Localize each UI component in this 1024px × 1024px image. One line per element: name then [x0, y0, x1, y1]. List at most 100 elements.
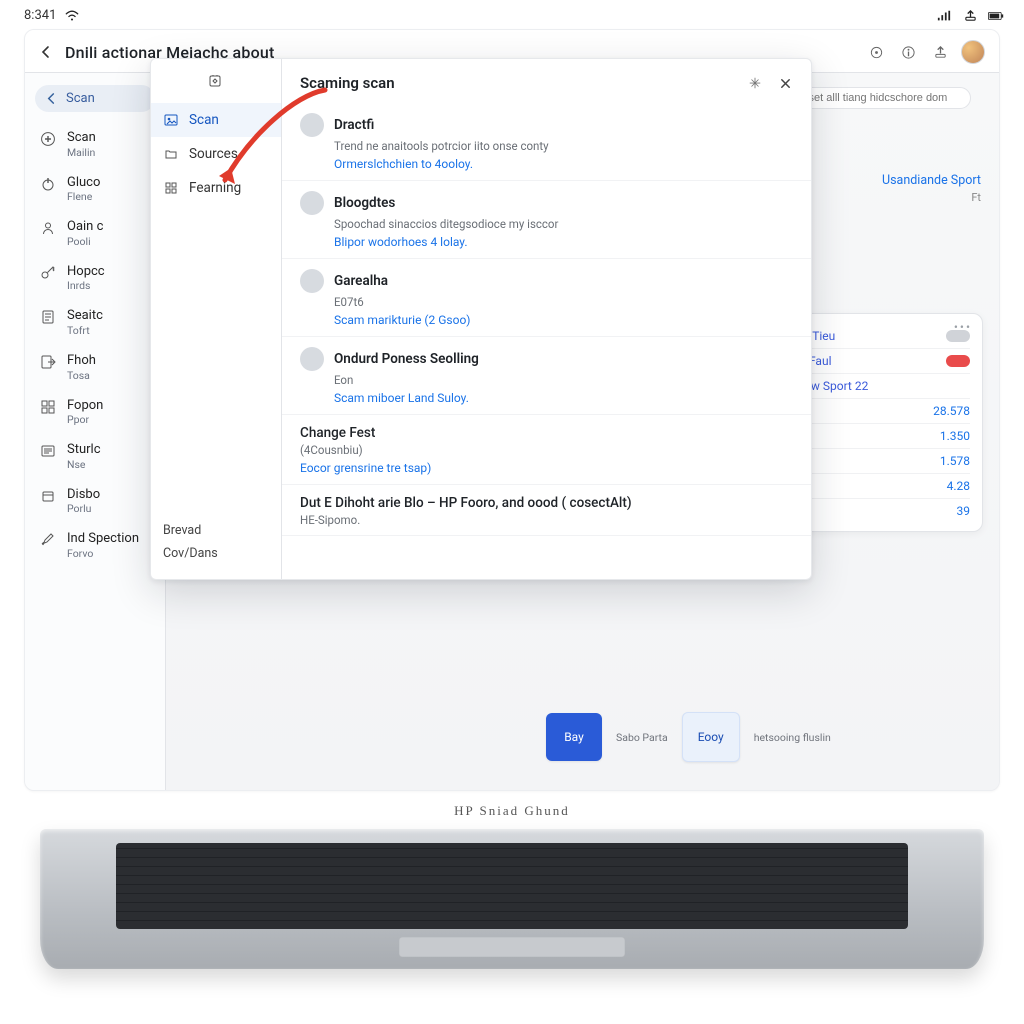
result-name: Dut E Dihoht arie Blo – HP Fooro, and oo…: [300, 495, 632, 511]
sidebar-chip-scan[interactable]: Scan: [35, 85, 155, 112]
power-icon: [39, 175, 57, 193]
modal-nav-scan[interactable]: Scan: [151, 103, 281, 137]
result-desc: Eon: [334, 373, 795, 387]
result-item[interactable]: Ondurd Poness Seolling Eon Scam miboer L…: [282, 337, 811, 415]
grid-icon: [39, 398, 57, 416]
result-item[interactable]: Dractfi Trend ne anaitools potrcior iito…: [282, 103, 811, 181]
widget-row: 39: [790, 499, 970, 523]
result-link[interactable]: Eocor grensrine tre tsap): [300, 461, 431, 475]
close-icon[interactable]: [775, 73, 795, 93]
person-icon: [39, 219, 57, 237]
sidebar-item-sub: Mailin: [67, 146, 96, 159]
widget-row: 1.350: [790, 424, 970, 449]
tile-bay[interactable]: Bay: [546, 713, 602, 761]
result-avatar: [300, 347, 324, 371]
more-dots-icon[interactable]: •••: [954, 320, 972, 334]
result-item[interactable]: Bloogdtes Spoochad sinaccios ditegsodioc…: [282, 181, 811, 259]
result-name: Garealha: [334, 273, 388, 289]
folder-icon: [163, 146, 179, 162]
modal-nav-label: Fearning: [189, 180, 241, 196]
sidebar-item-fhoh[interactable]: FhohTosa: [25, 345, 165, 390]
result-name: Change Fest: [300, 425, 375, 441]
sidebar-item-sub: Tofrt: [67, 324, 103, 337]
result-link[interactable]: Scam marikturie (2 Gsoo): [334, 313, 470, 327]
target-icon[interactable]: [865, 41, 887, 63]
sidebar-item-sub: Forvo: [67, 547, 139, 560]
widget-row: tice Tieu: [790, 324, 970, 349]
modal-nav-fearning[interactable]: Fearning: [151, 171, 281, 205]
sparkle-icon[interactable]: [745, 73, 765, 93]
result-name: Dractfi: [334, 117, 374, 133]
home-icon[interactable]: [207, 73, 225, 91]
sidebar-item-sub: Tosa: [67, 369, 96, 382]
sidebar-item-gluco[interactable]: GlucoFlene: [25, 167, 165, 212]
result-name: Ondurd Poness Seolling: [334, 351, 479, 367]
sidebar-item-sub: Pooli: [67, 235, 103, 248]
sidebar-item-scan[interactable]: ScanMailin: [25, 122, 165, 167]
tile-caption: Sabo Parta: [616, 731, 668, 744]
result-desc: Trend ne anaitools potrcior iito onse co…: [334, 139, 795, 153]
result-name: Bloogdtes: [334, 195, 395, 211]
sidebar-item-sub: Inrds: [67, 279, 105, 292]
modal-footer-link[interactable]: Brevad: [163, 519, 269, 542]
result-desc: HE-Sipomo.: [300, 513, 795, 527]
sidebar-item-hopcc[interactable]: HopccInrds: [25, 256, 165, 301]
modal-nav-sources[interactable]: Sources: [151, 137, 281, 171]
top-right-link[interactable]: Usandiande Sport: [882, 173, 981, 188]
result-desc: Spoochad sinaccios ditegsodioce my iscco…: [334, 217, 795, 231]
share-up-icon: [962, 9, 978, 23]
widget-row: ble Faul: [790, 349, 970, 374]
sidebar-item-seaitc[interactable]: SeaitcTofrt: [25, 300, 165, 345]
pen-icon: [39, 531, 57, 549]
sidebar-item-label: Fopon: [67, 398, 103, 414]
bottom-tiles: Bay Sabo Parta Eooy hetsooing fluslin: [546, 712, 831, 762]
result-link[interactable]: Scam miboer Land Suloy.: [334, 391, 469, 405]
modal-footer-link[interactable]: Cov/Dans: [163, 542, 269, 565]
result-item[interactable]: Dut E Dihoht arie Blo – HP Fooro, and oo…: [282, 485, 811, 536]
result-avatar: [300, 191, 324, 215]
device-status-bar: 8:341: [0, 0, 1024, 29]
cell-signal-icon: [936, 9, 952, 23]
toggle-on-icon[interactable]: [946, 355, 970, 367]
grid4-icon: [163, 180, 179, 196]
document-icon: [39, 308, 57, 326]
share-icon[interactable]: [929, 41, 951, 63]
result-item[interactable]: Change Fest (4Cousnbiu) Eocor grensrine …: [282, 415, 811, 485]
sidebar-item-label: Disbo: [67, 487, 100, 503]
plus-circle-icon: [39, 130, 57, 148]
account-avatar[interactable]: [961, 40, 985, 64]
sidebar-item-label: Fhoh: [67, 353, 96, 369]
sidebar-item-label: Gluco: [67, 175, 100, 191]
sidebar-item-label: Hopcc: [67, 264, 105, 280]
sidebar-item-disbo[interactable]: DisboPorlu: [25, 479, 165, 524]
result-avatar: [300, 269, 324, 293]
sidebar-item-sub: Ppor: [67, 413, 103, 426]
result-link[interactable]: Blipor wodorhoes 4 lolay.: [334, 235, 468, 249]
sidebar-item-label: Sturlc: [67, 442, 101, 458]
sidebar-item-ind-spection[interactable]: Ind SpectionForvo: [25, 523, 165, 568]
status-clock: 8:341: [24, 8, 56, 23]
modal-nav-label: Sources: [189, 146, 238, 162]
back-icon[interactable]: [37, 43, 55, 61]
result-link[interactable]: Ormerslchchien to 4ooloy.: [334, 157, 473, 171]
sidebar-item-sub: Nse: [67, 458, 101, 471]
sidebar-item-sub: Flene: [67, 190, 100, 203]
sidebar-item-fopon[interactable]: FoponPpor: [25, 390, 165, 435]
arrow-out-icon: [39, 353, 57, 371]
sidebar-item-label: Ind Spection: [67, 531, 139, 547]
search-input[interactable]: [807, 91, 960, 105]
box-icon: [39, 487, 57, 505]
modal-nav-label: Scan: [189, 112, 219, 128]
tile-caption: hetsooing fluslin: [754, 731, 831, 744]
battery-icon: [988, 9, 1004, 23]
widget-row: 1.578: [790, 449, 970, 474]
result-item[interactable]: Garealha E07t6 Scam marikturie (2 Gsoo): [282, 259, 811, 337]
sidebar-item-oain[interactable]: Oain cPooli: [25, 211, 165, 256]
scan-modal: Scan Sources Fearning Brevad Cov/Dans Sc…: [150, 58, 812, 580]
result-avatar: [300, 113, 324, 137]
info-icon[interactable]: [897, 41, 919, 63]
tile-eooy[interactable]: Eooy: [682, 712, 740, 762]
result-desc: (4Cousnbiu): [300, 443, 795, 457]
sidebar-item-label: Seaitc: [67, 308, 103, 324]
sidebar-item-sturlc[interactable]: SturlcNse: [25, 434, 165, 479]
